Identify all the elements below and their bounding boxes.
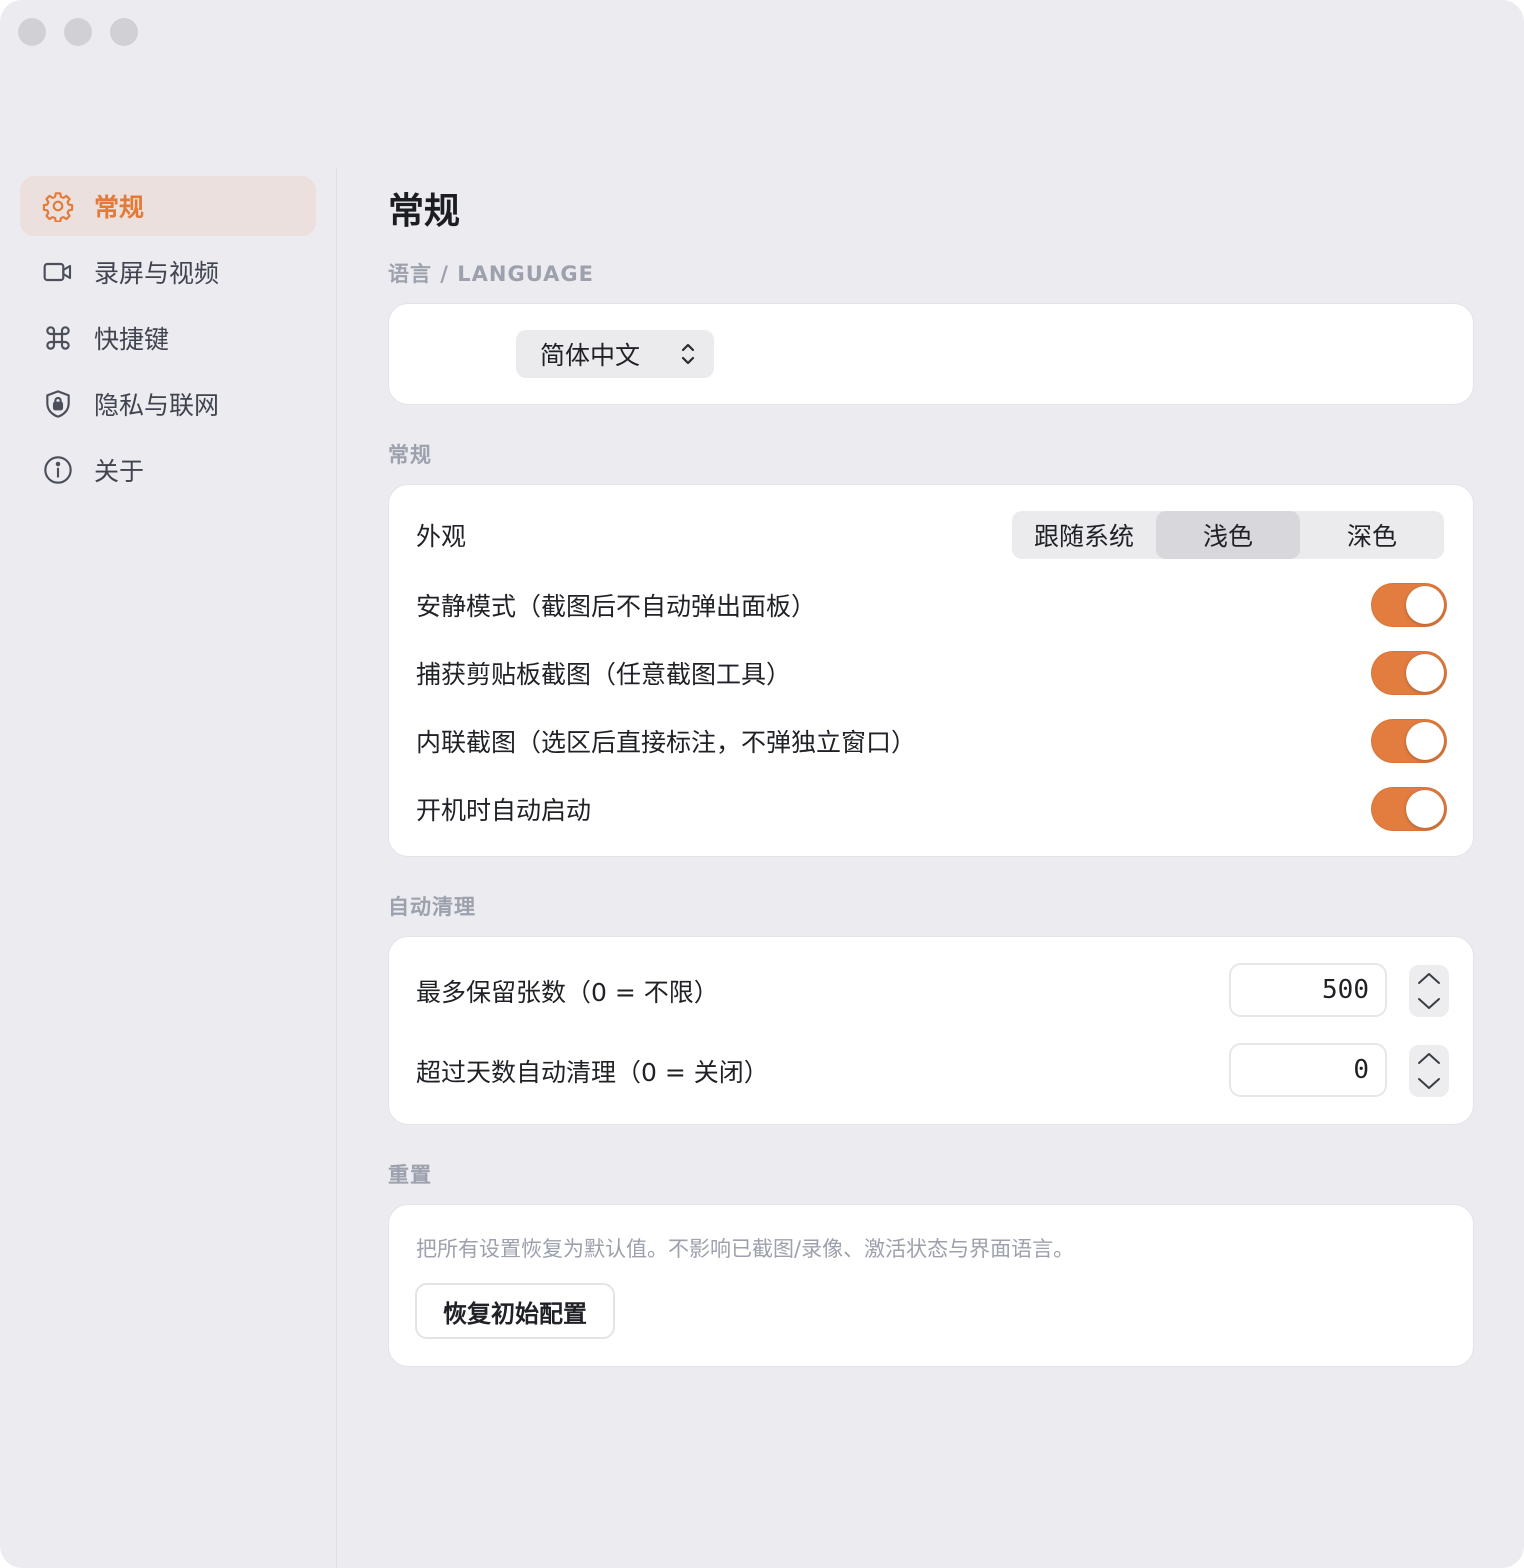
cleanup-section-label: 自动清理 <box>388 895 476 919</box>
inline-capture-toggle[interactable] <box>1371 719 1447 763</box>
sidebar-item-shortcuts[interactable]: 快捷键 <box>20 308 316 368</box>
cleanup-card: 最多保留张数（0 = 不限） 500 超过天数自动清理（0 = 关闭） 0 <box>388 936 1474 1125</box>
launch-at-login-row: 开机时自动启动 <box>416 781 1447 837</box>
clipboard-capture-label: 捕获剪贴板截图（任意截图工具） <box>416 660 792 689</box>
settings-window: 常规 录屏与视频 快捷键 隐私与联网 关于 常规 语言 / LANGUAGE 简… <box>0 0 1524 1568</box>
gear-icon <box>40 188 76 224</box>
language-select[interactable]: 简体中文 <box>516 330 714 378</box>
reset-card: 把所有设置恢复为默认值。不影响已截图/录像、激活状态与界面语言。 恢复初始配置 <box>388 1204 1474 1367</box>
page-title: 常规 <box>388 191 461 232</box>
reset-description: 把所有设置恢复为默认值。不影响已截图/录像、激活状态与界面语言。 <box>416 1237 1075 1261</box>
max-count-label: 最多保留张数（0 = 不限） <box>416 978 719 1007</box>
max-count-stepper <box>1409 965 1449 1017</box>
language-card: 简体中文 <box>388 303 1474 405</box>
appearance-option-light[interactable]: 浅色 <box>1156 511 1300 559</box>
command-key-icon <box>40 320 76 356</box>
sidebar-item-recording[interactable]: 录屏与视频 <box>20 242 316 302</box>
minimize-window-button[interactable] <box>64 18 92 46</box>
zoom-window-button[interactable] <box>110 18 138 46</box>
max-days-value: 0 <box>1353 1055 1369 1085</box>
clipboard-capture-toggle[interactable] <box>1371 651 1447 695</box>
toggle-knob <box>1406 790 1444 828</box>
sidebar-divider <box>336 168 337 1568</box>
appearance-segmented-control: 跟随系统 浅色 深色 <box>1012 511 1444 559</box>
max-count-value: 500 <box>1322 975 1369 1005</box>
appearance-option-dark[interactable]: 深色 <box>1300 511 1444 559</box>
sidebar: 常规 录屏与视频 快捷键 隐私与联网 关于 <box>0 168 336 1568</box>
max-days-stepper <box>1409 1045 1449 1097</box>
inline-capture-label: 内联截图（选区后直接标注，不弹独立窗口） <box>416 728 917 757</box>
toggle-knob <box>1406 654 1444 692</box>
launch-at-login-label: 开机时自动启动 <box>416 796 592 825</box>
max-days-decrement-button[interactable] <box>1409 1071 1449 1097</box>
close-window-button[interactable] <box>18 18 46 46</box>
shield-lock-icon <box>40 386 76 422</box>
max-days-increment-button[interactable] <box>1409 1045 1449 1071</box>
max-count-increment-button[interactable] <box>1409 965 1449 991</box>
chevron-down-icon <box>1418 998 1440 1009</box>
toggle-knob <box>1406 722 1444 760</box>
reset-section-label: 重置 <box>388 1163 432 1187</box>
video-camera-icon <box>40 254 76 290</box>
sidebar-item-label: 快捷键 <box>94 325 170 354</box>
sidebar-item-label: 常规 <box>94 193 145 222</box>
max-days-label: 超过天数自动清理（0 = 关闭） <box>416 1058 769 1087</box>
appearance-label: 外观 <box>416 522 467 551</box>
general-card: 外观 跟随系统 浅色 深色 安静模式（截图后不自动弹出面板） 捕获剪贴板截图（任… <box>388 484 1474 857</box>
sidebar-item-label: 录屏与视频 <box>94 259 220 288</box>
max-days-input[interactable]: 0 <box>1229 1043 1387 1097</box>
quiet-mode-label: 安静模式（截图后不自动弹出面板） <box>416 592 817 621</box>
window-controls <box>18 18 138 46</box>
toggle-knob <box>1406 586 1444 624</box>
chevron-up-down-icon <box>681 343 695 365</box>
appearance-option-system[interactable]: 跟随系统 <box>1012 511 1156 559</box>
sidebar-item-general[interactable]: 常规 <box>20 176 316 236</box>
sidebar-item-privacy[interactable]: 隐私与联网 <box>20 374 316 434</box>
reset-defaults-button[interactable]: 恢复初始配置 <box>415 1283 615 1339</box>
language-select-value: 简体中文 <box>540 341 641 370</box>
max-count-input[interactable]: 500 <box>1229 963 1387 1017</box>
quiet-mode-row: 安静模式（截图后不自动弹出面板） <box>416 577 1447 633</box>
sidebar-item-about[interactable]: 关于 <box>20 440 316 500</box>
inline-capture-row: 内联截图（选区后直接标注，不弹独立窗口） <box>416 713 1447 769</box>
max-count-decrement-button[interactable] <box>1409 991 1449 1017</box>
chevron-up-icon <box>1418 973 1440 984</box>
chevron-up-icon <box>1418 1053 1440 1064</box>
info-icon <box>40 452 76 488</box>
clipboard-capture-row: 捕获剪贴板截图（任意截图工具） <box>416 645 1447 701</box>
launch-at-login-toggle[interactable] <box>1371 787 1447 831</box>
general-section-label: 常规 <box>388 443 432 467</box>
sidebar-item-label: 隐私与联网 <box>94 391 220 420</box>
sidebar-item-label: 关于 <box>94 457 145 486</box>
chevron-down-icon <box>1418 1078 1440 1089</box>
language-section-label: 语言 / LANGUAGE <box>388 262 594 286</box>
quiet-mode-toggle[interactable] <box>1371 583 1447 627</box>
